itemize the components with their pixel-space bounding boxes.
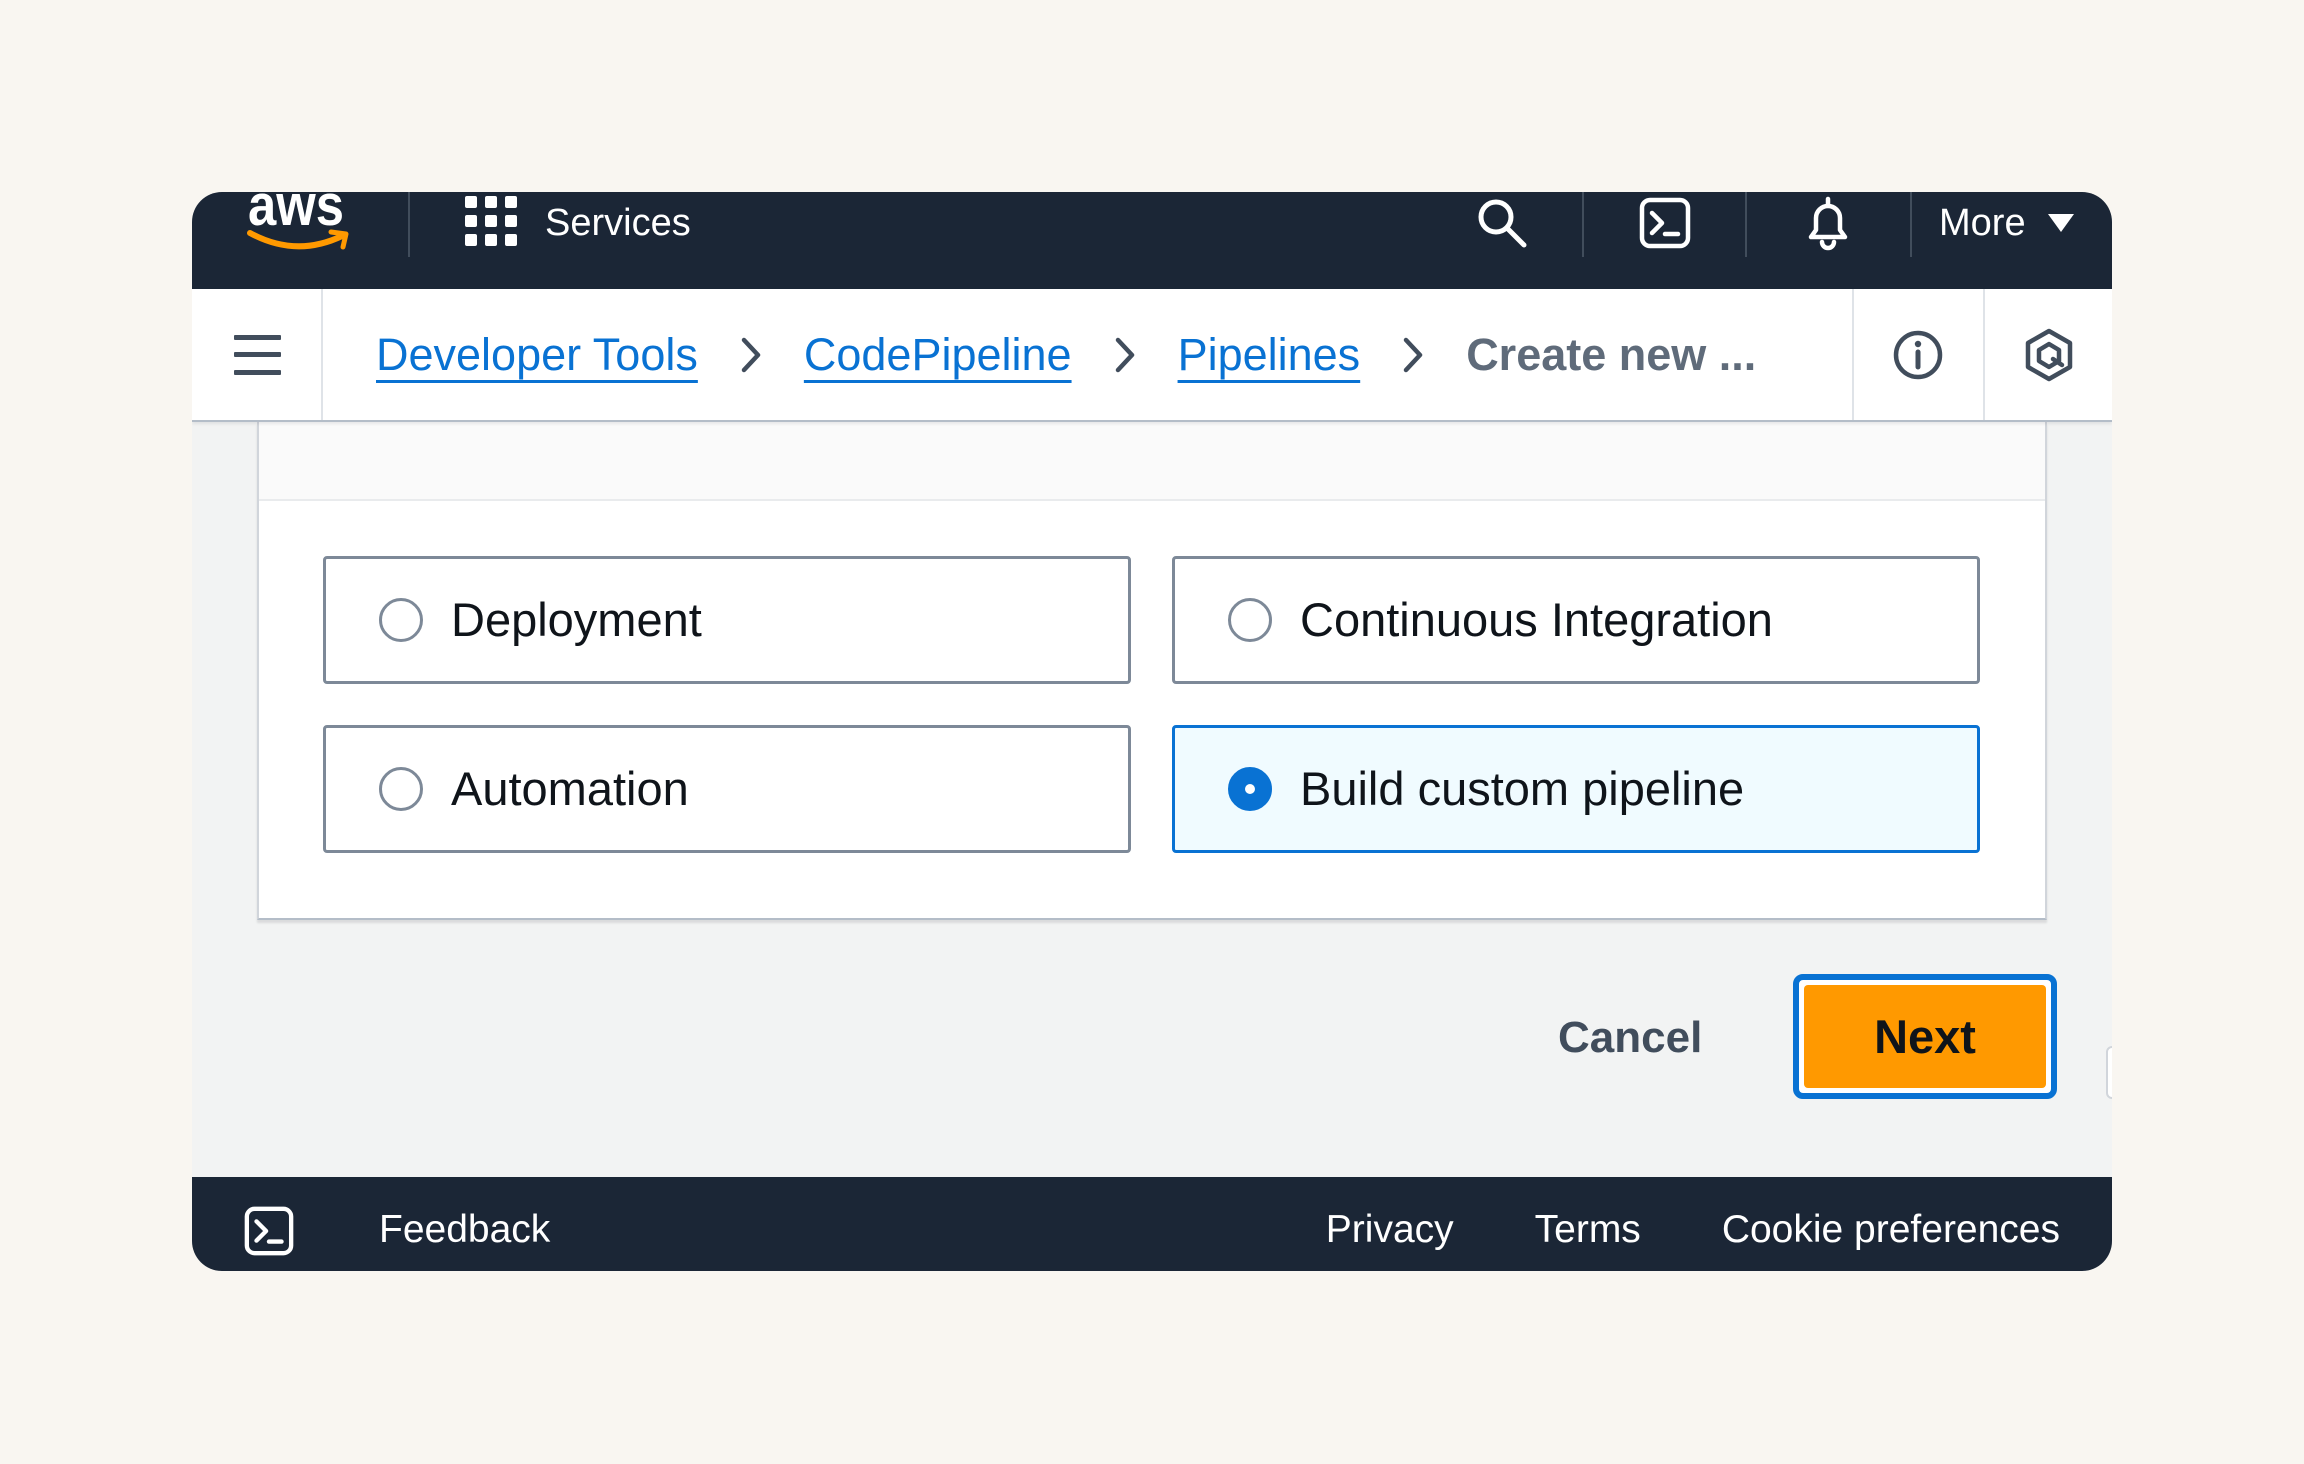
top-navigation: aws Services More <box>192 192 2112 289</box>
option-label: Deployment <box>451 593 702 646</box>
caret-down-icon[interactable] <box>2048 214 2074 232</box>
crumb-divider <box>1852 289 1854 420</box>
crumb-divider <box>1983 289 1985 420</box>
chevron-right-icon <box>1403 337 1423 372</box>
terms-link[interactable]: Terms <box>1535 1208 1641 1252</box>
panel-header <box>259 422 2045 501</box>
option-build-custom-pipeline[interactable]: Build custom pipeline <box>1172 725 1980 853</box>
next-button[interactable]: Next <box>1804 985 2046 1088</box>
services-menu[interactable]: Services <box>545 192 691 254</box>
option-continuous-integration[interactable]: Continuous Integration <box>1172 556 1980 684</box>
cookie-preferences-link[interactable]: Cookie preferences <box>1722 1208 2060 1252</box>
aws-logo[interactable]: aws <box>244 192 359 256</box>
privacy-link[interactable]: Privacy <box>1326 1208 1454 1252</box>
hamburger-menu-icon[interactable] <box>234 335 281 375</box>
console-window: aws Services More Developer Tools CodePi… <box>192 192 2112 1271</box>
footer-links: Privacy Terms Cookie preferences <box>1326 1202 2060 1258</box>
pipeline-type-panel: Deployment Continuous Integration Automa… <box>257 422 2047 920</box>
option-label: Continuous Integration <box>1300 593 1773 646</box>
search-icon[interactable] <box>1475 196 1529 250</box>
side-panel-tab[interactable] <box>2106 1046 2112 1099</box>
nav-divider <box>1582 192 1584 257</box>
bell-icon[interactable] <box>1801 195 1855 251</box>
info-icon[interactable] <box>1892 329 1944 381</box>
breadcrumb-developer-tools[interactable]: Developer Tools <box>376 329 698 381</box>
cloudshell-icon[interactable] <box>243 1205 295 1257</box>
option-label: Automation <box>451 762 689 815</box>
breadcrumb-current-page: Create new ... <box>1466 328 1757 380</box>
breadcrumb: Developer Tools CodePipeline Pipelines C… <box>376 289 1756 420</box>
crumb-divider <box>321 289 323 420</box>
chevron-right-icon <box>741 337 761 372</box>
chevron-right-icon <box>1115 337 1134 372</box>
option-automation[interactable]: Automation <box>323 725 1131 853</box>
breadcrumb-pipelines[interactable]: Pipelines <box>1178 329 1361 381</box>
nav-divider <box>1745 192 1747 257</box>
next-button-focus-ring: Next <box>1793 974 2057 1099</box>
radio-button[interactable] <box>379 767 423 811</box>
cloudshell-icon[interactable] <box>1638 196 1692 250</box>
more-menu[interactable]: More <box>1939 192 2026 254</box>
option-label: Build custom pipeline <box>1300 762 1745 815</box>
main-content: Deployment Continuous Integration Automa… <box>192 422 2112 1177</box>
breadcrumb-codepipeline[interactable]: CodePipeline <box>804 329 1072 381</box>
services-grid-icon[interactable] <box>465 196 517 246</box>
feedback-link[interactable]: Feedback <box>379 1202 550 1258</box>
footer: Feedback Privacy Terms Cookie preference… <box>192 1177 2112 1271</box>
option-deployment[interactable]: Deployment <box>323 556 1131 684</box>
radio-button[interactable] <box>379 598 423 642</box>
radio-button[interactable] <box>1228 767 1272 811</box>
hexagon-icon[interactable] <box>2023 328 2075 382</box>
nav-divider <box>408 192 410 257</box>
nav-divider <box>1910 192 1912 257</box>
breadcrumb-bar: Developer Tools CodePipeline Pipelines C… <box>192 289 2112 422</box>
cancel-button[interactable]: Cancel <box>1558 1008 1702 1068</box>
radio-button[interactable] <box>1228 598 1272 642</box>
